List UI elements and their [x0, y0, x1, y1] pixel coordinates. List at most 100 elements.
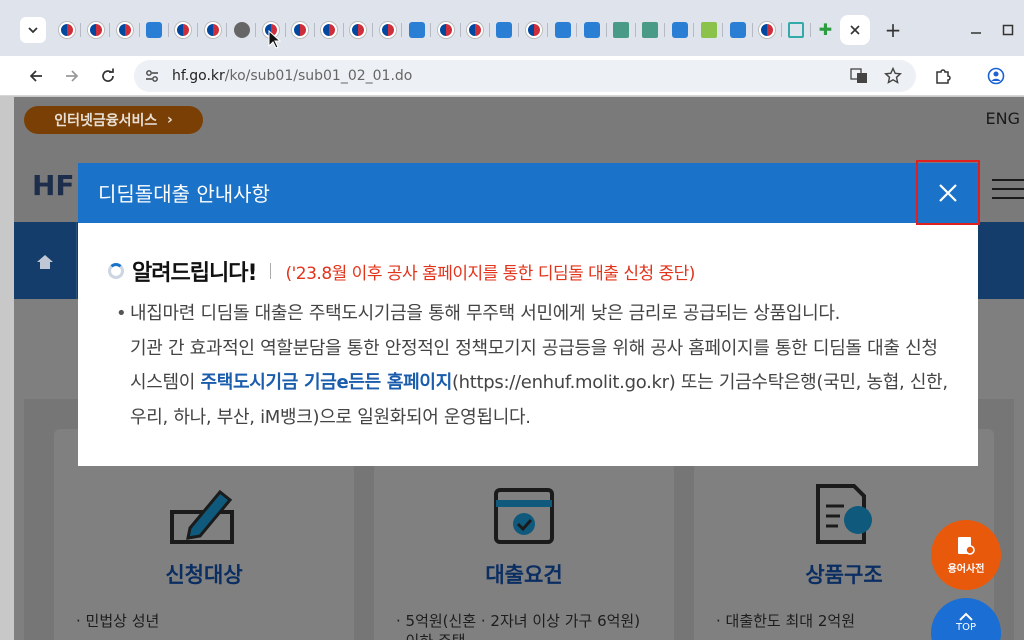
pinned-tab[interactable]: [169, 15, 199, 45]
blue-favicon-icon: [496, 22, 513, 38]
card-title: 대출요건: [485, 563, 563, 587]
tab-search-button[interactable]: [20, 17, 46, 43]
gov-favicon-icon: [438, 22, 455, 38]
pinned-tab[interactable]: [431, 15, 461, 45]
fund-homepage-link[interactable]: 주택도시기금 기금e든든 홈페이지: [200, 372, 452, 393]
blue-favicon-icon: [583, 22, 600, 38]
address-bar[interactable]: hf.go.kr/ko/sub01/sub01_02_01.do: [134, 60, 916, 92]
reload-button[interactable]: [94, 62, 122, 90]
pinned-tab[interactable]: [519, 15, 549, 45]
pinned-tab[interactable]: [344, 15, 374, 45]
pinned-tab[interactable]: [461, 15, 491, 45]
pinned-tab[interactable]: [110, 15, 140, 45]
minimize-button[interactable]: [964, 18, 988, 42]
gov-favicon-icon: [321, 22, 338, 38]
document-won-icon: [816, 484, 872, 544]
pinned-tab[interactable]: [227, 15, 257, 45]
pinned-tab[interactable]: [753, 15, 782, 45]
pinned-tab[interactable]: [140, 15, 169, 45]
notice-red-text: ('23.8월 이후 공사 홈페이지를 통한 디딤돌 대출 신청 중단): [285, 263, 695, 284]
notice-body: • 내집마련 디딤돌 대출은 주택도시기금을 통해 무주택 서민에게 낮은 금리…: [116, 297, 950, 435]
reload-icon: [102, 68, 114, 82]
maximize-icon: [1002, 24, 1014, 36]
pinned-tab[interactable]: [402, 15, 432, 45]
url-path: /ko/sub01/sub01_02_01.do: [224, 68, 413, 84]
pinned-tab[interactable]: [315, 15, 345, 45]
ch-favicon-icon: [642, 22, 659, 38]
nav-divider: [76, 222, 77, 299]
language-link[interactable]: ENG: [986, 109, 1020, 128]
chevron-down-icon: [28, 27, 38, 34]
blue-favicon-icon: [408, 22, 425, 38]
glossary-button[interactable]: 용어사전: [931, 520, 1001, 590]
home-favicon-icon: [788, 22, 805, 38]
pinned-tab[interactable]: [577, 15, 607, 45]
globe-favicon-icon: [233, 22, 250, 38]
hf-favicon-icon: [700, 22, 717, 38]
calendar-check-icon: [494, 488, 554, 544]
active-tab[interactable]: [840, 15, 870, 45]
home-icon[interactable]: [36, 254, 54, 275]
pinned-tab[interactable]: [607, 15, 636, 45]
close-icon: [939, 183, 957, 202]
gov-favicon-icon: [350, 22, 367, 38]
mouse-cursor-icon: [268, 30, 282, 49]
gov-favicon-icon: [467, 22, 484, 38]
pinned-tab[interactable]: [198, 15, 228, 45]
translate-icon[interactable]: [850, 68, 868, 84]
bookmark-star-icon[interactable]: [884, 67, 902, 85]
pinned-tab[interactable]: [665, 15, 695, 45]
url-host: hf.go.kr: [172, 68, 225, 84]
pinned-tab[interactable]: [548, 15, 578, 45]
glossary-label: 용어사전: [947, 564, 985, 575]
site-logo[interactable]: HF: [32, 169, 75, 202]
url-text[interactable]: hf.go.kr/ko/sub01/sub01_02_01.do: [172, 68, 412, 84]
chevron-up-icon: [959, 612, 973, 621]
pen-writing-icon: [170, 489, 234, 544]
puzzle-icon: [936, 69, 951, 84]
card-text: · 민법상 성년: [76, 612, 160, 630]
bullet: •: [116, 303, 127, 324]
plus-favicon-icon: ✚: [818, 20, 833, 39]
pinned-tab[interactable]: [286, 15, 315, 45]
modal-header: 디딤돌대출 안내사항: [78, 160, 980, 225]
maximize-button[interactable]: [996, 18, 1020, 42]
forward-button[interactable]: [58, 62, 86, 90]
extensions-button[interactable]: [929, 62, 957, 90]
pinned-tab[interactable]: [81, 15, 111, 45]
browser-toolbar: hf.go.kr/ko/sub01/sub01_02_01.do: [0, 56, 1024, 96]
pinned-tab[interactable]: ✚: [811, 15, 840, 45]
notice-heading-row: 알려드립니다! ('23.8월 이후 공사 홈페이지를 통한 디딤돌 대출 신청…: [108, 255, 695, 287]
gov-favicon-icon: [525, 22, 542, 38]
arrow-right-icon: [66, 70, 79, 82]
pinned-tab[interactable]: [694, 15, 724, 45]
internet-financial-service-button[interactable]: 인터넷금융서비스 ›: [24, 106, 203, 134]
pinned-tab[interactable]: [636, 15, 666, 45]
card-title: 신청대상: [165, 563, 243, 587]
hamburger-menu-icon[interactable]: [992, 179, 1024, 199]
loan-notice-modal: 디딤돌대출 안내사항 알려드립니다! ('23.8월 이후 공사 홈페이지를 통…: [78, 160, 980, 466]
notice-heading: 알려드립니다!: [132, 261, 257, 286]
back-button[interactable]: [22, 62, 50, 90]
gov-favicon-icon: [175, 22, 192, 38]
notice-body-line-1: 내집마련 디딤돌 대출은 주택도시기금을 통해 무주택 서민에게 낮은 금리로 …: [130, 303, 841, 324]
site-info-icon[interactable]: [144, 68, 160, 84]
blue-favicon-icon: [671, 22, 688, 38]
pinned-tab[interactable]: [52, 15, 82, 45]
gov-favicon-icon: [379, 22, 396, 38]
new-tab-button[interactable]: +: [880, 17, 906, 43]
ch-favicon-icon: [613, 22, 630, 38]
profile-icon: [987, 67, 1005, 85]
gov-favicon-icon: [204, 22, 221, 38]
pinned-tab[interactable]: [373, 15, 403, 45]
close-tab-icon[interactable]: [849, 24, 861, 36]
pinned-tab[interactable]: [782, 15, 812, 45]
pinned-tab[interactable]: [723, 15, 753, 45]
minimize-icon: [971, 32, 981, 34]
pinned-tab[interactable]: [490, 15, 520, 45]
modal-close-button[interactable]: [916, 160, 980, 225]
blue-favicon-icon: [146, 22, 163, 38]
profile-button[interactable]: [982, 62, 1010, 90]
banner-label: 인터넷금융서비스: [54, 113, 158, 129]
gov-favicon-icon: [87, 22, 104, 38]
